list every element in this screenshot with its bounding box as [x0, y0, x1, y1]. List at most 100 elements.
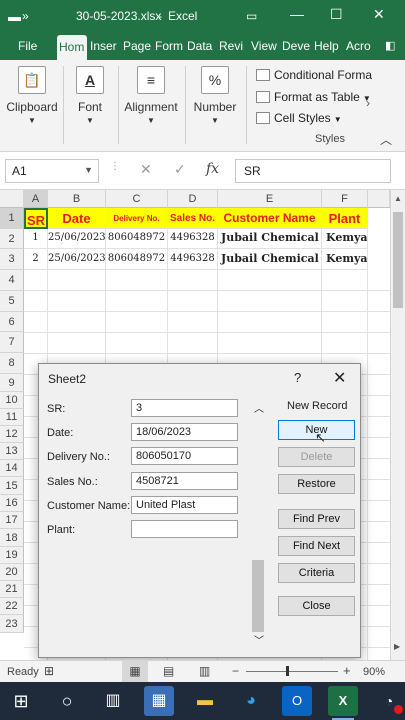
formula-input[interactable]: SR	[235, 159, 391, 183]
zoom-slider[interactable]	[246, 671, 338, 672]
header-cell-sr[interactable]: SR	[24, 208, 48, 229]
outlook-icon[interactable]: O	[282, 686, 312, 716]
alignment-group[interactable]: ≡ Alignment ▼	[121, 66, 181, 125]
row-header[interactable]: 5	[0, 291, 24, 312]
row-header[interactable]: 1	[0, 208, 24, 229]
record-scrollbar[interactable]: ︿ ﹀	[251, 400, 265, 647]
enter-icon[interactable]: ✓	[174, 161, 186, 178]
chevron-down-icon[interactable]: ▼	[84, 165, 93, 175]
zoom-slider-thumb[interactable]	[286, 666, 289, 676]
column-header-d[interactable]: D	[168, 190, 218, 208]
row-header[interactable]: 19	[0, 547, 24, 564]
data-cell[interactable]: 1	[24, 229, 48, 249]
data-cell[interactable]: 806048972	[106, 229, 168, 249]
data-cell[interactable]: 4496328	[168, 229, 218, 249]
task-view-icon[interactable]: ▥	[98, 686, 128, 716]
tab-page-layout[interactable]: Page	[123, 39, 151, 53]
row-header[interactable]: 8	[0, 353, 24, 374]
zoom-in-button[interactable]: +	[343, 663, 351, 678]
data-cell[interactable]: Jubail Chemical In	[218, 229, 322, 249]
normal-view-icon[interactable]: ▦	[122, 661, 148, 682]
insert-function-icon[interactable]: fx	[206, 161, 219, 177]
field-input-sr[interactable]: 3	[131, 399, 238, 417]
column-header-e[interactable]: E	[218, 190, 322, 208]
page-layout-view-icon[interactable]: ▤	[163, 664, 174, 678]
row-header[interactable]: 20	[0, 564, 24, 581]
row-header[interactable]: 18	[0, 529, 24, 547]
maximize-button[interactable]: ☐	[330, 6, 343, 23]
row-header[interactable]: 11	[0, 409, 24, 426]
scroll-up-icon[interactable]: ▲	[394, 194, 402, 203]
calculator-icon[interactable]: ▦	[144, 686, 174, 716]
zoom-level[interactable]: 90%	[363, 666, 385, 678]
field-input-plant[interactable]	[131, 520, 238, 538]
row-header[interactable]: 17	[0, 512, 24, 529]
tab-review[interactable]: Revi	[219, 39, 247, 53]
header-cell-sales-no[interactable]: Sales No.	[168, 208, 218, 229]
edge-browser-icon[interactable]: ◕	[236, 686, 266, 716]
tab-file[interactable]: File	[18, 39, 37, 53]
row-header[interactable]: 12	[0, 426, 24, 443]
row-header[interactable]: 22	[0, 598, 24, 615]
ribbon-display-options-icon[interactable]: ▭	[246, 9, 257, 23]
data-cell[interactable]: Kemya	[322, 229, 368, 249]
scroll-right-icon[interactable]: ▶	[394, 642, 400, 651]
restore-button[interactable]: Restore	[278, 474, 355, 494]
row-header[interactable]: 7	[0, 332, 24, 353]
row-header[interactable]: 13	[0, 443, 24, 460]
field-input-customer-name[interactable]: United Plast	[131, 496, 238, 514]
find-next-button[interactable]: Find Next	[278, 536, 355, 556]
row-header[interactable]: 4	[0, 270, 24, 291]
tab-view[interactable]: View	[251, 39, 279, 53]
tab-acrobat[interactable]: Acro	[346, 39, 374, 53]
dialog-close-icon[interactable]: ✕	[333, 368, 346, 388]
windows-start-icon[interactable]: ⊞	[6, 686, 36, 716]
close-window-button[interactable]: ✕	[373, 6, 385, 23]
header-cell-date[interactable]: Date	[48, 208, 106, 229]
file-explorer-icon[interactable]: ▬	[190, 686, 220, 716]
data-cell[interactable]: 2	[24, 249, 48, 270]
conditional-formatting-button[interactable]: Conditional Forma	[256, 68, 372, 82]
accessibility-icon[interactable]: ⊞	[44, 664, 54, 678]
row-header[interactable]: 14	[0, 460, 24, 477]
minimize-button[interactable]: —	[290, 6, 304, 22]
vertical-scrollbar[interactable]: ▲ ▶	[390, 190, 405, 660]
row-header[interactable]: 16	[0, 495, 24, 512]
data-cell[interactable]: 25/06/2023	[48, 229, 106, 249]
page-break-view-icon[interactable]: ▥	[199, 664, 210, 678]
close-button[interactable]: Close	[278, 596, 355, 616]
tab-developer[interactable]: Deve	[282, 39, 310, 53]
field-input-delivery-no[interactable]: 806050170	[131, 447, 238, 465]
scrollbar-thumb[interactable]	[393, 212, 403, 308]
row-header[interactable]: 6	[0, 312, 24, 332]
find-prev-button[interactable]: Find Prev	[278, 509, 355, 529]
share-icon[interactable]: ◧	[385, 39, 395, 52]
column-header-a[interactable]: A	[24, 190, 48, 208]
select-all-corner[interactable]	[0, 190, 24, 208]
column-header-c[interactable]: C	[106, 190, 168, 208]
tab-insert[interactable]: Inser	[90, 39, 120, 53]
customize-quick-access-icon[interactable]: »	[22, 9, 29, 23]
data-cell[interactable]: 25/06/2023	[48, 249, 106, 270]
data-cell[interactable]: Kemya	[322, 249, 368, 270]
chevron-right-icon[interactable]: ›	[366, 96, 370, 110]
tab-formulas[interactable]: Form	[155, 39, 183, 53]
tab-help[interactable]: Help	[314, 39, 342, 53]
scroll-down-icon[interactable]: ﹀	[254, 632, 264, 647]
cancel-icon[interactable]: ✕	[140, 161, 152, 178]
save-icon[interactable]: ▬	[8, 9, 21, 24]
row-header[interactable]: 21	[0, 581, 24, 598]
header-cell-plant[interactable]: Plant	[322, 208, 368, 229]
row-header[interactable]: 10	[0, 392, 24, 409]
font-group[interactable]: A Font ▼	[68, 66, 112, 125]
format-as-table-button[interactable]: Format as Table ▼	[256, 90, 371, 104]
cell-styles-button[interactable]: Cell Styles ▼	[256, 111, 342, 125]
zoom-out-button[interactable]: −	[232, 664, 239, 678]
data-cell[interactable]: Jubail Chemical In	[218, 249, 322, 270]
field-input-date[interactable]: 18/06/2023	[131, 423, 238, 441]
field-input-sales-no[interactable]: 4508721	[131, 472, 238, 490]
scroll-up-icon[interactable]: ︿	[254, 400, 264, 415]
record-scroll-thumb[interactable]	[252, 560, 264, 632]
data-cell[interactable]: 806048972	[106, 249, 168, 270]
row-header[interactable]: 15	[0, 477, 24, 495]
